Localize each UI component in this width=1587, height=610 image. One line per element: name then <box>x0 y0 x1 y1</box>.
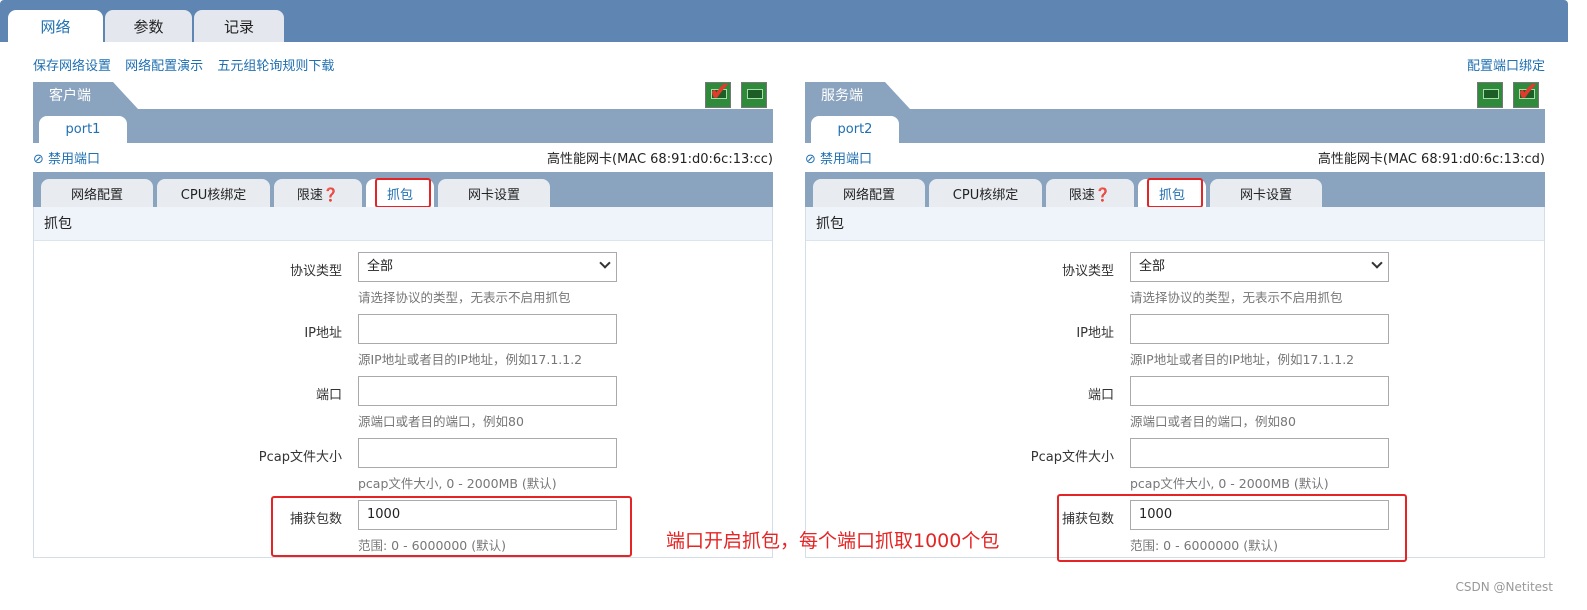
status-icons: ✔ <box>705 77 769 108</box>
protocol-value: 全部 <box>367 259 394 274</box>
disable-port-label: 禁用端口 <box>820 152 873 167</box>
port-status-row: ⊘ 禁用端口 高性能网卡(MAC 68:91:d0:6c:13:cc) <box>33 148 773 167</box>
port-hint: 源端口或者目的端口，例如80 <box>358 414 524 429</box>
pcap-size-input[interactable] <box>1130 438 1389 468</box>
tab-records[interactable]: 记录 <box>194 10 284 42</box>
save-network-link[interactable]: 保存网络设置 <box>33 59 111 74</box>
monitor-icon[interactable] <box>1477 82 1503 108</box>
ip-label: IP地址 <box>1076 326 1114 341</box>
port-tab[interactable]: port1 <box>39 116 127 143</box>
watermark: CSDN @Netitest <box>1455 580 1553 594</box>
port-binding-link[interactable]: 配置端口绑定 <box>1467 55 1545 74</box>
protocol-hint: 请选择协议的类型，无表示不启用抓包 <box>1130 290 1343 305</box>
chevron-down-icon <box>1371 257 1383 269</box>
client-panel: 客户端 ✔ port1 ⊘ 禁用端口 高性能网卡(MAC 68:91:d0:6c… <box>33 77 773 558</box>
tab-network[interactable]: 网络 <box>8 10 103 42</box>
panel-title: 服务端 <box>805 82 885 109</box>
tab-network-config[interactable]: 网络配置 <box>813 179 925 207</box>
top-tab-bar: 网络 参数 记录 <box>0 0 1568 42</box>
tab-cpu-bind[interactable]: CPU核绑定 <box>157 179 270 207</box>
tab-rate-limit[interactable]: 限速❓ <box>274 179 362 207</box>
tab-nic-settings[interactable]: 网卡设置 <box>1210 179 1322 207</box>
status-icons: ✔ <box>1477 77 1541 108</box>
ip-hint: 源IP地址或者目的IP地址，例如17.1.1.2 <box>1130 352 1355 367</box>
protocol-value: 全部 <box>1139 259 1166 274</box>
ip-label: IP地址 <box>304 326 342 341</box>
annotation-text: 端口开启抓包，每个端口抓取1000个包 <box>666 530 1000 552</box>
pcap-size-label: Pcap文件大小 <box>1030 450 1114 465</box>
tab-network-config[interactable]: 网络配置 <box>41 179 153 207</box>
ip-input[interactable] <box>1130 314 1389 344</box>
pcap-size-hint: pcap文件大小, 0 - 2000MB (默认) <box>1130 476 1329 491</box>
port-hint: 源端口或者目的端口，例如80 <box>1130 414 1296 429</box>
network-demo-link[interactable]: 网络配置演示 <box>125 59 203 74</box>
port-label: 端口 <box>315 388 342 403</box>
enabled-check-icon[interactable]: ✔ <box>705 77 731 108</box>
ip-input[interactable] <box>358 314 617 344</box>
port-tab[interactable]: port2 <box>811 116 899 143</box>
protocol-hint: 请选择协议的类型，无表示不启用抓包 <box>358 290 571 305</box>
tab-nic-settings[interactable]: 网卡设置 <box>438 179 550 207</box>
packet-count-highlight <box>1057 494 1407 562</box>
panel-title: 客户端 <box>33 82 113 109</box>
disable-port-link[interactable]: ⊘ 禁用端口 <box>33 148 100 167</box>
protocol-select[interactable]: 全部 <box>1130 252 1389 282</box>
capture-tab-highlight <box>1147 178 1203 208</box>
tab-cpu-bind[interactable]: CPU核绑定 <box>929 179 1042 207</box>
rule-download-link[interactable]: 五元组轮询规则下载 <box>217 59 334 74</box>
port-input[interactable] <box>1130 376 1389 406</box>
ip-hint: 源IP地址或者目的IP地址，例如17.1.1.2 <box>358 352 583 367</box>
server-panel: 服务端 ✔ port2 ⊘ 禁用端口 高性能网卡(MAC 68:91:d0:6c… <box>805 77 1545 562</box>
protocol-select[interactable]: 全部 <box>358 252 617 282</box>
action-links: 保存网络设置 网络配置演示 五元组轮询规则下载 <box>33 55 344 74</box>
tab-params[interactable]: 参数 <box>105 10 192 42</box>
tab-rate-limit[interactable]: 限速❓ <box>1046 179 1134 207</box>
chevron-down-icon <box>599 257 611 269</box>
section-title: 抓包 <box>806 207 1544 241</box>
pcap-size-input[interactable] <box>358 438 617 468</box>
nic-info: 高性能网卡(MAC 68:91:d0:6c:13:cd) <box>1317 152 1545 167</box>
packet-count-highlight <box>271 496 632 557</box>
port-label: 端口 <box>1087 388 1114 403</box>
protocol-label: 协议类型 <box>289 264 342 279</box>
section-title: 抓包 <box>34 207 772 241</box>
nic-info: 高性能网卡(MAC 68:91:d0:6c:13:cc) <box>547 152 773 167</box>
capture-tab-highlight <box>375 178 431 208</box>
protocol-label: 协议类型 <box>1061 264 1114 279</box>
enabled-check-icon[interactable]: ✔ <box>1513 77 1539 108</box>
disable-port-link[interactable]: ⊘ 禁用端口 <box>805 148 872 167</box>
port-status-row: ⊘ 禁用端口 高性能网卡(MAC 68:91:d0:6c:13:cd) <box>805 148 1545 167</box>
pcap-size-hint: pcap文件大小, 0 - 2000MB (默认) <box>358 476 557 491</box>
monitor-icon[interactable] <box>741 82 767 108</box>
port-input[interactable] <box>358 376 617 406</box>
disable-port-label: 禁用端口 <box>48 152 101 167</box>
pcap-size-label: Pcap文件大小 <box>258 450 342 465</box>
